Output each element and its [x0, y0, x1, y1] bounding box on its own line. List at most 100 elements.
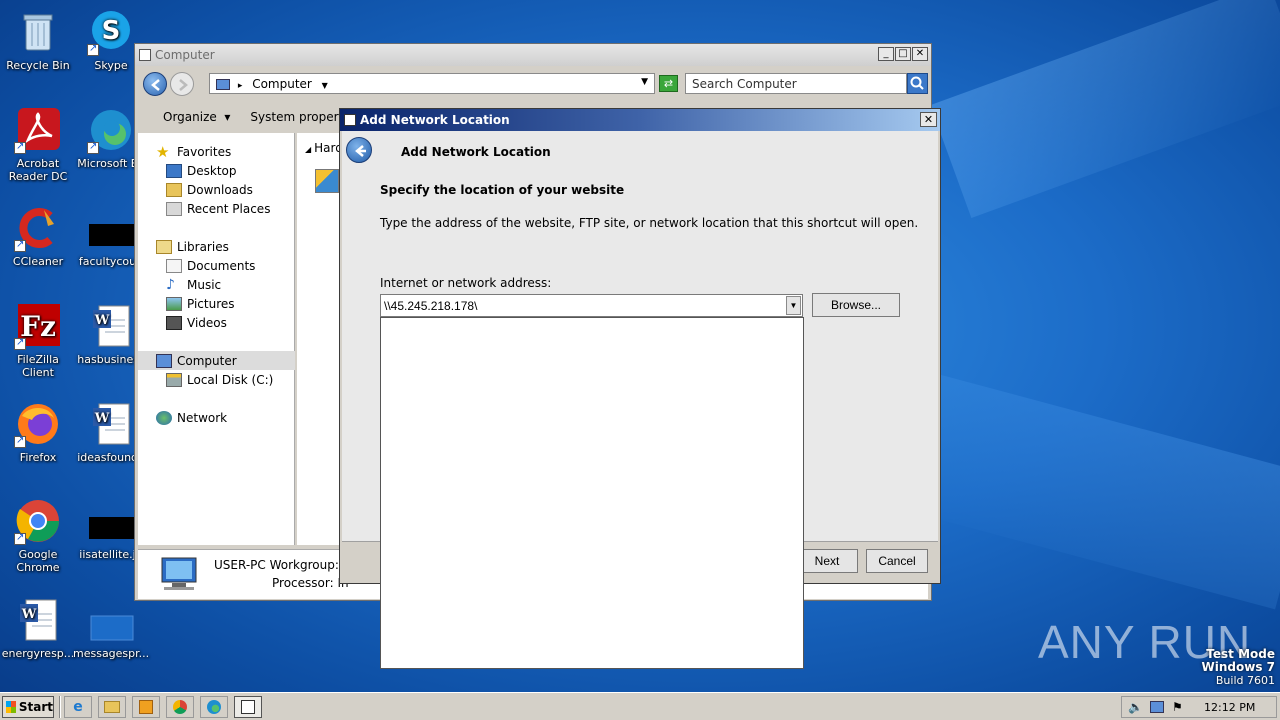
- desktop-icon-chrome[interactable]: Google Chrome: [0, 497, 76, 574]
- address-dropdown-list[interactable]: [380, 317, 804, 669]
- svg-text:W: W: [94, 313, 110, 328]
- taskbar-explorer-button[interactable]: [98, 696, 126, 718]
- desktop-icon-filezilla[interactable]: Fz FileZilla Client: [0, 302, 76, 379]
- chrome-icon: [14, 497, 62, 545]
- chrome-icon: [173, 700, 187, 714]
- acrobat-icon: [14, 106, 62, 154]
- wallpaper-streak: [888, 370, 1280, 610]
- word-document-icon: W: [87, 400, 135, 448]
- browse-button[interactable]: Browse...: [812, 293, 900, 317]
- back-button[interactable]: [143, 72, 167, 96]
- edge-icon: [87, 106, 135, 154]
- system-tray: 🔈 ⚑ 12:12 PM: [1121, 696, 1277, 718]
- desktop-icon-recycle-bin[interactable]: Recycle Bin: [0, 8, 76, 72]
- skype-icon: S: [87, 8, 135, 56]
- volume-icon[interactable]: 🔈: [1128, 700, 1143, 714]
- local-disk-icon: [166, 373, 182, 387]
- recycle-bin-icon: [14, 8, 62, 56]
- svg-text:W: W: [94, 411, 110, 426]
- group-header-hard-disk[interactable]: ◢ Hard: [305, 141, 343, 155]
- organize-menu[interactable]: Organize ▾: [149, 110, 230, 124]
- maximize-button[interactable]: □: [895, 47, 911, 61]
- minimize-button[interactable]: _: [878, 47, 894, 61]
- address-bar: ▸ Computer ▼ ▼ ⇄ Search Computer: [135, 67, 931, 99]
- address-dropdown-icon[interactable]: ▼: [641, 77, 648, 87]
- dialog-back-button[interactable]: [346, 137, 372, 163]
- dialog-header: Add Network Location: [342, 131, 938, 171]
- search-icon: [910, 76, 924, 90]
- nav-computer[interactable]: Computer: [156, 352, 237, 370]
- computer-icon: [139, 49, 151, 61]
- nav-documents[interactable]: Documents: [166, 257, 255, 275]
- taskbar-dialog-button[interactable]: [234, 696, 262, 718]
- forward-button[interactable]: [170, 72, 194, 96]
- star-icon: ★: [156, 143, 170, 161]
- svg-text:W: W: [21, 607, 37, 622]
- ccleaner-icon: [14, 204, 62, 252]
- address-field[interactable]: ▸ Computer ▼ ▼: [209, 73, 655, 94]
- network-address-combobox[interactable]: \\45.245.218.178\ ▼: [380, 294, 803, 317]
- combobox-dropdown-arrow-icon[interactable]: ▼: [786, 296, 801, 315]
- nav-libraries[interactable]: Libraries: [156, 238, 229, 256]
- dialog-window-icon: [344, 114, 356, 126]
- downloads-folder-icon: [166, 183, 182, 197]
- close-button[interactable]: ✕: [912, 47, 928, 61]
- action-center-flag-icon[interactable]: ⚑: [1172, 700, 1183, 714]
- clock[interactable]: 12:12 PM: [1204, 701, 1255, 714]
- search-input[interactable]: Search Computer: [685, 73, 907, 94]
- taskbar-ie-button[interactable]: e: [64, 696, 92, 718]
- nav-favorites[interactable]: ★ Favorites: [156, 143, 231, 161]
- edge-icon: [207, 700, 221, 714]
- forward-arrow-icon: [179, 79, 188, 91]
- recent-places-icon: [166, 202, 182, 216]
- nav-videos[interactable]: Videos: [166, 314, 227, 332]
- nav-local-disk[interactable]: Local Disk (C:): [166, 371, 273, 389]
- windows-logo-icon: [6, 701, 16, 713]
- network-tray-icon[interactable]: [1150, 701, 1164, 713]
- cancel-button[interactable]: Cancel: [866, 549, 928, 573]
- desktop-icon-energyresp[interactable]: W energyresp...: [0, 596, 76, 660]
- pictures-icon: [166, 297, 182, 311]
- music-icon: ♪: [166, 277, 175, 293]
- taskbar: Start e 🔈 ⚑ 12:12 PM: [0, 692, 1280, 720]
- svg-text:S: S: [102, 16, 121, 46]
- taskbar-edge-button[interactable]: [200, 696, 228, 718]
- nav-desktop[interactable]: Desktop: [166, 162, 237, 180]
- taskbar-separator: [59, 696, 61, 718]
- internet-explorer-icon: e: [73, 699, 83, 715]
- computer-icon: [216, 79, 230, 90]
- next-button[interactable]: Next: [796, 549, 858, 573]
- explorer-title: Computer: [155, 48, 215, 62]
- desktop-icon-acrobat[interactable]: Acrobat Reader DC: [0, 106, 76, 183]
- search-button[interactable]: [907, 73, 928, 94]
- nav-pictures[interactable]: Pictures: [166, 295, 235, 313]
- file-thumbnail-icon: [87, 596, 135, 644]
- documents-icon: [166, 259, 182, 273]
- desktop-icon-ccleaner[interactable]: CCleaner: [0, 204, 76, 268]
- nav-recent-places[interactable]: Recent Places: [166, 200, 270, 218]
- details-line-1: USER-PC Workgroup: W: [214, 558, 355, 572]
- taskbar-media-player-button[interactable]: [132, 696, 160, 718]
- media-player-icon: [139, 700, 153, 714]
- taskbar-chrome-button[interactable]: [166, 696, 194, 718]
- desktop-icon-firefox[interactable]: Firefox: [0, 400, 76, 464]
- back-arrow-icon: [151, 79, 160, 91]
- nav-downloads[interactable]: Downloads: [166, 181, 253, 199]
- dialog-description: Type the address of the website, FTP sit…: [380, 216, 919, 230]
- nav-music[interactable]: ♪ Music: [166, 276, 221, 294]
- libraries-icon: [156, 240, 172, 254]
- start-button[interactable]: Start: [2, 696, 54, 718]
- explorer-titlebar[interactable]: Computer _ □ ✕: [135, 44, 931, 66]
- back-arrow-icon: [355, 145, 366, 157]
- refresh-button[interactable]: ⇄: [659, 75, 678, 92]
- desktop-icon: [166, 164, 182, 178]
- computer-large-icon: [156, 556, 200, 592]
- desktop-icon-messagespr[interactable]: messagespr...: [73, 596, 149, 660]
- wallpaper-streak: [930, 0, 1280, 218]
- test-mode-text: Test Mode Windows 7 Build 7601: [1201, 647, 1275, 688]
- local-disk-drive-icon[interactable]: [315, 169, 339, 193]
- dialog-heading: Specify the location of your website: [380, 183, 625, 197]
- nav-network[interactable]: Network: [156, 409, 227, 427]
- dialog-close-button[interactable]: ✕: [920, 112, 937, 127]
- dialog-titlebar[interactable]: Add Network Location ✕: [340, 109, 940, 131]
